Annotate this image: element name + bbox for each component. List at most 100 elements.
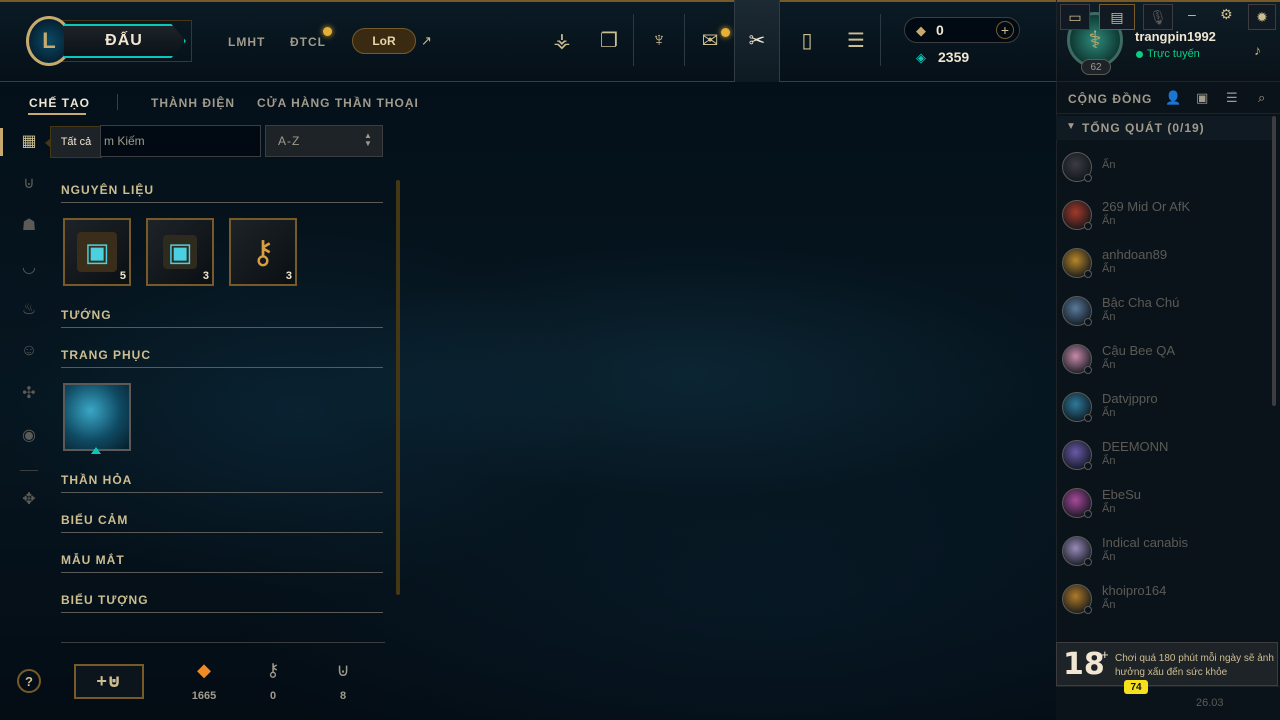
friend-row[interactable]: Ẩn <box>1056 146 1272 194</box>
tft-icon[interactable]: ❐ <box>595 26 623 54</box>
username[interactable]: trangpin1992 <box>1135 29 1216 44</box>
friend-status: Ẩn <box>1102 551 1116 563</box>
bottom-divider <box>61 642 385 643</box>
friend-row[interactable]: Cậu Bee QA Ẩn <box>1056 338 1272 386</box>
collection-icon[interactable]: ▯ <box>793 26 821 54</box>
category-icons[interactable]: BIỂU TƯỢNG <box>61 591 383 613</box>
friend-name: DEEMONN <box>1102 439 1169 454</box>
friend-name: EbeSu <box>1102 487 1142 502</box>
friend-status-icon <box>1084 606 1092 614</box>
friend-row[interactable]: Bậc Cha Chú Ẩn <box>1056 290 1272 338</box>
loot-item-key[interactable]: ⚷ 3 <box>229 218 297 286</box>
loot-icon[interactable]: ✂ <box>743 26 771 54</box>
friend-row[interactable]: anhdoan89 Ẩn <box>1056 242 1272 290</box>
category-champions[interactable]: TƯỚNG <box>61 306 383 328</box>
lor-label: LoR <box>372 34 396 48</box>
champion-filter-icon[interactable]: ☗ <box>18 214 40 236</box>
add-friend-icon[interactable]: 👤 <box>1165 90 1181 106</box>
lor-button[interactable]: LoR <box>352 28 416 54</box>
loot-item-chest-small[interactable]: ▣ 3 <box>146 218 214 286</box>
friend-status: Ẩn <box>1102 599 1116 611</box>
age-warning-text: Chơi quá 180 phút mỗi ngày sẽ ảnh hưởng … <box>1115 653 1274 678</box>
skin-rarity-icon <box>91 447 101 454</box>
list-icon[interactable]: ☰ <box>1226 90 1238 106</box>
search-input[interactable]: m Kiếm <box>100 125 261 157</box>
friend-name: anhdoan89 <box>1102 247 1168 262</box>
nav-lmht[interactable]: LMHT <box>228 35 265 49</box>
category-skins[interactable]: TRANG PHỤC <box>61 346 383 368</box>
friend-status: Ẩn <box>1102 359 1116 371</box>
active-tab-underline <box>28 113 86 115</box>
tab-crafting[interactable]: CHẾ TẠO <box>29 96 90 110</box>
friend-row[interactable]: EbeSu Ẩn <box>1056 482 1272 530</box>
friends-scrollbar[interactable] <box>1272 116 1276 406</box>
store-icon[interactable]: ☰ <box>842 26 870 54</box>
category-label: MẪU MẮT <box>61 553 125 567</box>
friend-status-icon <box>1084 510 1092 518</box>
loot-item-chest[interactable]: ▣ 5 <box>63 218 131 286</box>
key-fragment-icon: ⚷ <box>266 660 280 680</box>
emote-filter-icon[interactable]: ☺ <box>18 340 40 362</box>
category-emotes[interactable]: BIỂU CẢM <box>61 511 383 533</box>
category-eternals[interactable]: THẦN HỎA <box>61 471 383 493</box>
friend-status: Ẩn <box>1102 455 1116 467</box>
rp-value: 0 <box>936 22 944 38</box>
tab-mythic-shop[interactable]: CỬA HÀNG THẦN THOẠI <box>257 96 419 110</box>
play-button[interactable]: ĐẤU <box>64 24 186 58</box>
friend-status: Ẩn <box>1102 263 1116 275</box>
home-icon[interactable]: ⚶ <box>548 26 576 54</box>
category-label: NGUYÊN LIỆU <box>61 183 155 197</box>
chat-icon[interactable]: ▭ <box>1060 4 1090 30</box>
group-label: TỔNG QUÁT (0/19) <box>1082 121 1205 135</box>
version-label: 26.03 <box>1196 697 1224 709</box>
friend-row[interactable]: khoipro164 Ẩn <box>1056 578 1272 626</box>
profile-icon[interactable]: ♆ <box>645 26 673 54</box>
friend-status: Ẩn <box>1102 311 1116 323</box>
tft-filter-icon[interactable]: ✥ <box>18 488 40 510</box>
craft-chest-button[interactable]: +⊍ <box>74 664 144 699</box>
notifications-button[interactable]: ▤ <box>1099 4 1135 30</box>
microphone-icon[interactable]: 🎙 <box>1143 4 1173 30</box>
missions-icon[interactable]: ✉ <box>696 26 724 54</box>
bug-report-icon[interactable]: ✹ <box>1248 4 1276 30</box>
friend-name: khoipro164 <box>1102 583 1167 598</box>
add-folder-icon[interactable]: ▣ <box>1196 90 1208 106</box>
category-materials[interactable]: NGUYÊN LIỆU <box>61 181 383 203</box>
friend-row[interactable]: DEEMONN Ẩn <box>1056 434 1272 482</box>
tooltip-all: Tất cả <box>45 126 102 158</box>
category-label: TƯỚNG <box>61 308 112 322</box>
loot-scrollbar[interactable] <box>396 180 400 595</box>
minimize-icon[interactable]: – <box>1188 6 1196 22</box>
all-filter-icon[interactable]: ▦ <box>18 130 40 152</box>
chest-filter-icon[interactable]: ⊍ <box>18 172 40 194</box>
tab-sanctum[interactable]: THÀNH ĐIỆN <box>151 96 235 110</box>
friend-row[interactable]: Datvjppro Ẩn <box>1056 386 1272 434</box>
friend-row[interactable]: 269 Mid Or AfK Ẩn <box>1056 194 1272 242</box>
friend-row[interactable]: Indical canabis Ẩn <box>1056 530 1272 578</box>
blue-essence-value: 2359 <box>938 49 970 65</box>
age-warning-notice: 18 + Chơi quá 180 phút mỗi ngày sẽ ảnh h… <box>1056 642 1278 686</box>
friend-name: Datvjppro <box>1102 391 1158 406</box>
search-icon[interactable]: ⌕ <box>1258 90 1265 106</box>
hextech-key-icon: ⚷ <box>251 234 275 270</box>
category-wards[interactable]: MẪU MẮT <box>61 551 383 573</box>
ward-filter-icon[interactable]: ♨ <box>18 298 40 320</box>
friend-name: 269 Mid Or AfK <box>1102 199 1191 214</box>
subnav-divider <box>117 94 118 110</box>
icon-filter-icon[interactable]: ◉ <box>18 424 40 446</box>
skin-filter-icon[interactable]: ◡ <box>18 256 40 278</box>
hextech-chest-small-icon: ▣ <box>163 235 197 269</box>
friend-status-icon <box>1084 366 1092 374</box>
help-button[interactable]: ? <box>17 669 41 693</box>
item-count: 3 <box>202 270 209 282</box>
social-bottom-bar <box>1056 686 1280 720</box>
notification-bell-icon[interactable]: ♪ <box>1254 42 1261 58</box>
nav-dtcl[interactable]: ĐTCL <box>290 35 326 49</box>
loot-item-skin[interactable] <box>63 383 131 451</box>
friend-group-header[interactable]: ▼ TỔNG QUÁT (0/19) <box>1056 116 1272 140</box>
eternals-filter-icon[interactable]: ✣ <box>18 382 40 404</box>
friend-name: Indical canabis <box>1102 535 1188 550</box>
buy-rp-button[interactable]: + <box>996 21 1014 39</box>
settings-icon[interactable]: ⚙ <box>1220 6 1233 23</box>
status-text[interactable]: Trực tuyến <box>1147 48 1200 60</box>
